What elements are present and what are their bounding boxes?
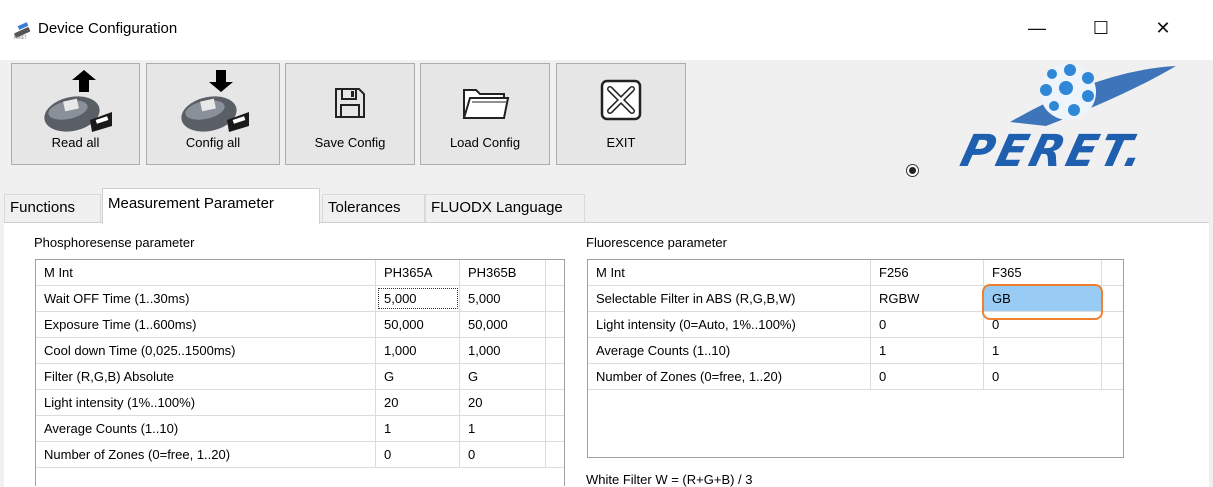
row-label: Filter (R,G,B) Absolute (36, 364, 376, 389)
table-row: Exposure Time (1..600ms) 50,000 50,000 (36, 312, 564, 338)
value-cell[interactable]: 1 (460, 416, 546, 441)
window-title: Device Configuration (38, 20, 178, 37)
config-all-label: Config all (185, 135, 241, 150)
row-label: Light intensity (0=Auto, 1%..100%) (588, 312, 871, 337)
table-row: Light intensity (1%..100%) 20 20 (36, 390, 564, 416)
value-cell[interactable]: 1,000 (460, 338, 546, 363)
table-row: Cool down Time (0,025..1500ms) 1,000 1,0… (36, 338, 564, 364)
tab-fluodx-language[interactable]: FLUODX Language (425, 194, 585, 222)
phosphorescence-grid: M Int PH365A PH365B Wait OFF Time (1..30… (35, 259, 565, 486)
value-cell[interactable]: 1 (984, 338, 1102, 363)
value-cell[interactable]: 50,000 (376, 312, 460, 337)
table-row: Number of Zones (0=free, 1..20) 0 0 (588, 364, 1123, 390)
value-cell[interactable]: 0 (984, 364, 1102, 389)
column-header: PH365B (460, 260, 546, 285)
value-cell[interactable]: 0 (460, 442, 546, 467)
value-cell[interactable]: 20 (376, 390, 460, 415)
save-config-button[interactable]: Save Config (285, 63, 415, 165)
logo-text: PERET. (955, 126, 1152, 177)
table-row: Filter (R,G,B) Absolute G G (36, 364, 564, 390)
value-cell[interactable]: 20 (460, 390, 546, 415)
value-cell[interactable]: 0 (871, 312, 984, 337)
close-box-icon (600, 79, 642, 121)
exit-button[interactable]: EXIT (556, 63, 686, 165)
read-all-label: Read all (51, 135, 100, 150)
value-cell[interactable]: 50,000 (460, 312, 546, 337)
row-label: Light intensity (1%..100%) (36, 390, 376, 415)
row-label: Average Counts (1..10) (36, 416, 376, 441)
svg-text:PERET: PERET (14, 35, 27, 39)
folder-icon (462, 89, 510, 119)
row-label: Average Counts (1..10) (588, 338, 871, 363)
column-header: F365 (984, 260, 1102, 285)
value-cell[interactable]: 5,000 (376, 286, 460, 311)
tab-strip: Functions Measurement Parameter Toleranc… (0, 188, 1213, 224)
value-cell[interactable]: 1 (871, 338, 984, 363)
device-upload-icon (43, 70, 112, 132)
peret-logo: PERET. (950, 60, 1200, 180)
device-download-icon (181, 70, 249, 132)
floppy-disk-icon (335, 88, 365, 118)
value-cell[interactable]: G (460, 364, 546, 389)
toolbar: Read all Config all Save Config Load Con… (0, 60, 1213, 186)
value-cell[interactable]: RGBW (871, 286, 984, 311)
read-all-button[interactable]: Read all (11, 63, 140, 165)
column-header: M Int (588, 260, 871, 285)
table-row: Average Counts (1..10) 1 1 (36, 416, 564, 442)
value-cell[interactable]: 1,000 (376, 338, 460, 363)
white-filter-note: White Filter W = (R+G+B) / 3 (586, 472, 753, 487)
row-label: Cool down Time (0,025..1500ms) (36, 338, 376, 363)
maximize-button[interactable]: ☐ (1078, 8, 1124, 48)
table-row: Wait OFF Time (1..30ms) 5,000 5,000 (36, 286, 564, 312)
value-cell[interactable]: 0 (871, 364, 984, 389)
config-all-button[interactable]: Config all (146, 63, 280, 165)
title-bar: PERET Device Configuration — ☐ ✕ (0, 0, 1213, 60)
tab-tolerances[interactable]: Tolerances (322, 194, 425, 222)
table-header-row: M Int PH365A PH365B (36, 260, 564, 286)
value-cell[interactable]: 0 (376, 442, 460, 467)
row-label: Number of Zones (0=free, 1..20) (36, 442, 376, 467)
close-window-button[interactable]: ✕ (1140, 8, 1186, 48)
column-header: F256 (871, 260, 984, 285)
load-config-label: Load Config (449, 135, 521, 150)
fluorescence-title: Fluorescence parameter (586, 235, 727, 250)
save-config-label: Save Config (314, 135, 386, 150)
value-cell[interactable]: 5,000 (460, 286, 546, 311)
satellite-icon: PERET (14, 22, 31, 39)
tab-measurement-parameter[interactable]: Measurement Parameter (102, 188, 320, 224)
value-cell[interactable]: G (376, 364, 460, 389)
table-row: Number of Zones (0=free, 1..20) 0 0 (36, 442, 564, 468)
table-row: Average Counts (1..10) 1 1 (588, 338, 1123, 364)
minimize-button[interactable]: — (1014, 8, 1060, 48)
phosphorescence-title: Phosphoresense parameter (34, 235, 195, 250)
tab-functions[interactable]: Functions (4, 194, 101, 222)
highlight-annotation (982, 284, 1103, 320)
option-radio[interactable] (906, 164, 919, 177)
value-cell[interactable]: 1 (376, 416, 460, 441)
row-label: Number of Zones (0=free, 1..20) (588, 364, 871, 389)
column-header: M Int (36, 260, 376, 285)
load-config-button[interactable]: Load Config (420, 63, 550, 165)
row-label: Selectable Filter in ABS (R,G,B,W) (588, 286, 871, 311)
row-label: Exposure Time (1..600ms) (36, 312, 376, 337)
row-label: Wait OFF Time (1..30ms) (36, 286, 376, 311)
exit-label: EXIT (606, 135, 636, 150)
table-header-row: M Int F256 F365 (588, 260, 1123, 286)
column-header: PH365A (376, 260, 460, 285)
